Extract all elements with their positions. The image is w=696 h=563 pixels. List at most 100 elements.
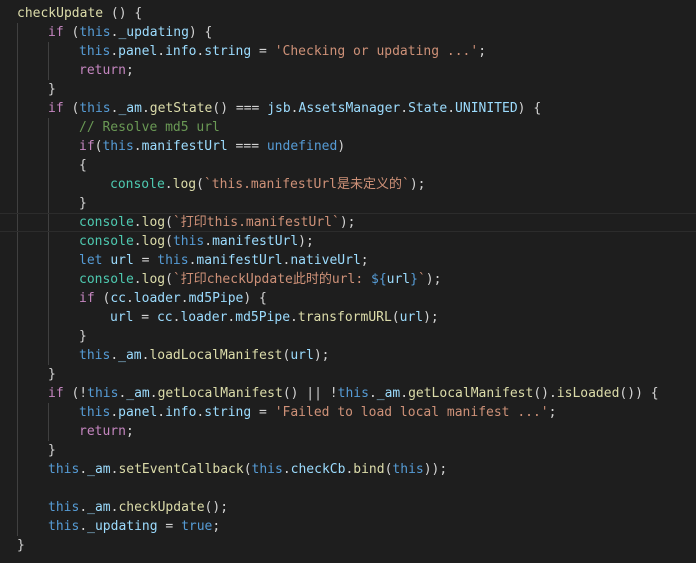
code-token: getLocalManifest — [157, 386, 283, 401]
code-line[interactable]: this.panel.info.string = 'Failed to load… — [0, 403, 696, 422]
code-token: . — [164, 177, 173, 192]
code-token: ( — [63, 101, 80, 116]
code-line[interactable]: console.log(`打印checkUpdate此时的url: ${url}… — [0, 270, 696, 289]
code-token: console — [79, 272, 134, 287]
code-line[interactable]: { — [0, 156, 696, 175]
code-token: manifestUrl — [141, 139, 228, 154]
code-line[interactable]: let url = this.manifestUrl.nativeUrl; — [0, 251, 696, 270]
code-token: this — [79, 348, 111, 363]
code-line[interactable]: console.log(`打印this.manifestUrl`); — [0, 213, 696, 232]
code-line[interactable]: this._am.loadLocalManifest(url); — [0, 346, 696, 365]
code-token: _am — [87, 500, 111, 515]
code-token: === — [227, 139, 267, 154]
code-token: this — [251, 462, 283, 477]
code-line[interactable]: this._updating = true; — [0, 517, 696, 536]
code-token: bind — [353, 462, 385, 477]
code-token: checkUpdate — [17, 6, 104, 21]
code-token: = — [133, 310, 157, 325]
code-token: true — [181, 519, 213, 534]
code-token: this — [79, 25, 111, 40]
code-token: () { — [103, 6, 143, 21]
code-token: manifestUrl — [196, 253, 283, 268]
code-token: ( — [196, 177, 204, 192]
code-token: )); — [423, 462, 448, 477]
code-token: loader — [133, 291, 181, 306]
code-token: . — [133, 234, 142, 249]
code-line[interactable]: this._am.checkUpdate(); — [0, 498, 696, 517]
code-token: log — [172, 177, 197, 192]
code-token: ( — [165, 234, 173, 249]
code-token: ` — [417, 272, 426, 287]
code-token: console — [110, 177, 165, 192]
code-token: (). — [533, 386, 557, 401]
code-line[interactable]: if (!this._am.getLocalManifest() || !thi… — [0, 384, 696, 403]
code-token: } — [79, 329, 87, 344]
code-token: _am — [376, 386, 401, 401]
code-token: jsb — [267, 101, 291, 116]
code-line[interactable]: } — [0, 327, 696, 346]
code-line[interactable]: // Resolve md5 url — [0, 118, 696, 137]
code-line[interactable]: if (this._am.getState() === jsb.AssetsMa… — [0, 99, 696, 118]
code-token: info — [165, 44, 197, 59]
code-token: . — [400, 101, 409, 116]
code-token: manifestUrl — [212, 234, 299, 249]
code-line[interactable]: url = cc.loader.md5Pipe.transformURL(url… — [0, 308, 696, 327]
code-token: string — [204, 44, 252, 59]
code-line[interactable]: return; — [0, 422, 696, 441]
code-line[interactable]: if (cc.loader.md5Pipe) { — [0, 289, 696, 308]
code-line[interactable] — [0, 479, 696, 498]
code-token: . — [290, 310, 298, 325]
code-token: (); — [204, 500, 229, 515]
code-line[interactable]: return; — [0, 61, 696, 80]
code-token: . — [157, 44, 166, 59]
code-token: . — [157, 405, 166, 420]
code-token: `打印this.manifestUrl` — [172, 215, 340, 230]
code-token: _am — [118, 348, 142, 363]
code-token: ); — [298, 234, 314, 249]
code-line[interactable]: console.log(`this.manifestUrl是未定义的`); — [0, 175, 696, 194]
code-line[interactable]: } — [0, 536, 696, 555]
code-token: log — [141, 272, 166, 287]
code-token: console — [79, 234, 134, 249]
code-token: ; — [125, 424, 134, 439]
code-token: this — [337, 386, 369, 401]
code-token: _am — [87, 462, 111, 477]
code-token: . — [79, 500, 88, 515]
code-token: loadLocalManifest — [149, 348, 283, 363]
code-token: } — [48, 82, 56, 97]
code-token: `打印checkUpdate此时的url: — [172, 272, 371, 287]
code-token: () === — [212, 101, 268, 116]
code-token: this — [48, 500, 80, 515]
code-token: return — [79, 63, 126, 78]
code-token: isLoaded — [556, 386, 620, 401]
code-token: . — [110, 44, 119, 59]
code-token: nativeUrl — [290, 253, 361, 268]
code-line[interactable]: checkUpdate () { — [0, 4, 696, 23]
code-token: ; — [478, 44, 487, 59]
code-token: this — [79, 44, 111, 59]
code-token: . — [141, 101, 150, 116]
code-line[interactable]: } — [0, 80, 696, 99]
code-token: undefined — [266, 139, 338, 154]
code-line[interactable]: } — [0, 365, 696, 384]
code-line[interactable]: } — [0, 194, 696, 213]
code-line[interactable]: if (this._updating) { — [0, 23, 696, 42]
code-line[interactable]: if(this.manifestUrl === undefined) — [0, 137, 696, 156]
code-token: ( — [63, 25, 80, 40]
code-token: . — [133, 215, 142, 230]
code-token: cc — [110, 291, 126, 306]
code-editor[interactable]: checkUpdate () {if (this._updating) {thi… — [0, 0, 696, 563]
code-line[interactable]: console.log(this.manifestUrl); — [0, 232, 696, 251]
code-token: . — [282, 462, 291, 477]
code-token: ( — [94, 291, 111, 306]
code-line[interactable]: } — [0, 441, 696, 460]
code-line[interactable]: this._am.setEventCallback(this.checkCb.b… — [0, 460, 696, 479]
code-token: url — [110, 253, 134, 268]
code-token: ( — [165, 272, 173, 287]
code-token: this — [48, 462, 80, 477]
code-token: ) — [337, 139, 346, 154]
code-token: ; — [125, 63, 134, 78]
code-token: . — [180, 291, 189, 306]
code-token: panel — [118, 405, 158, 420]
code-line[interactable]: this.panel.info.string = 'Checking or up… — [0, 42, 696, 61]
